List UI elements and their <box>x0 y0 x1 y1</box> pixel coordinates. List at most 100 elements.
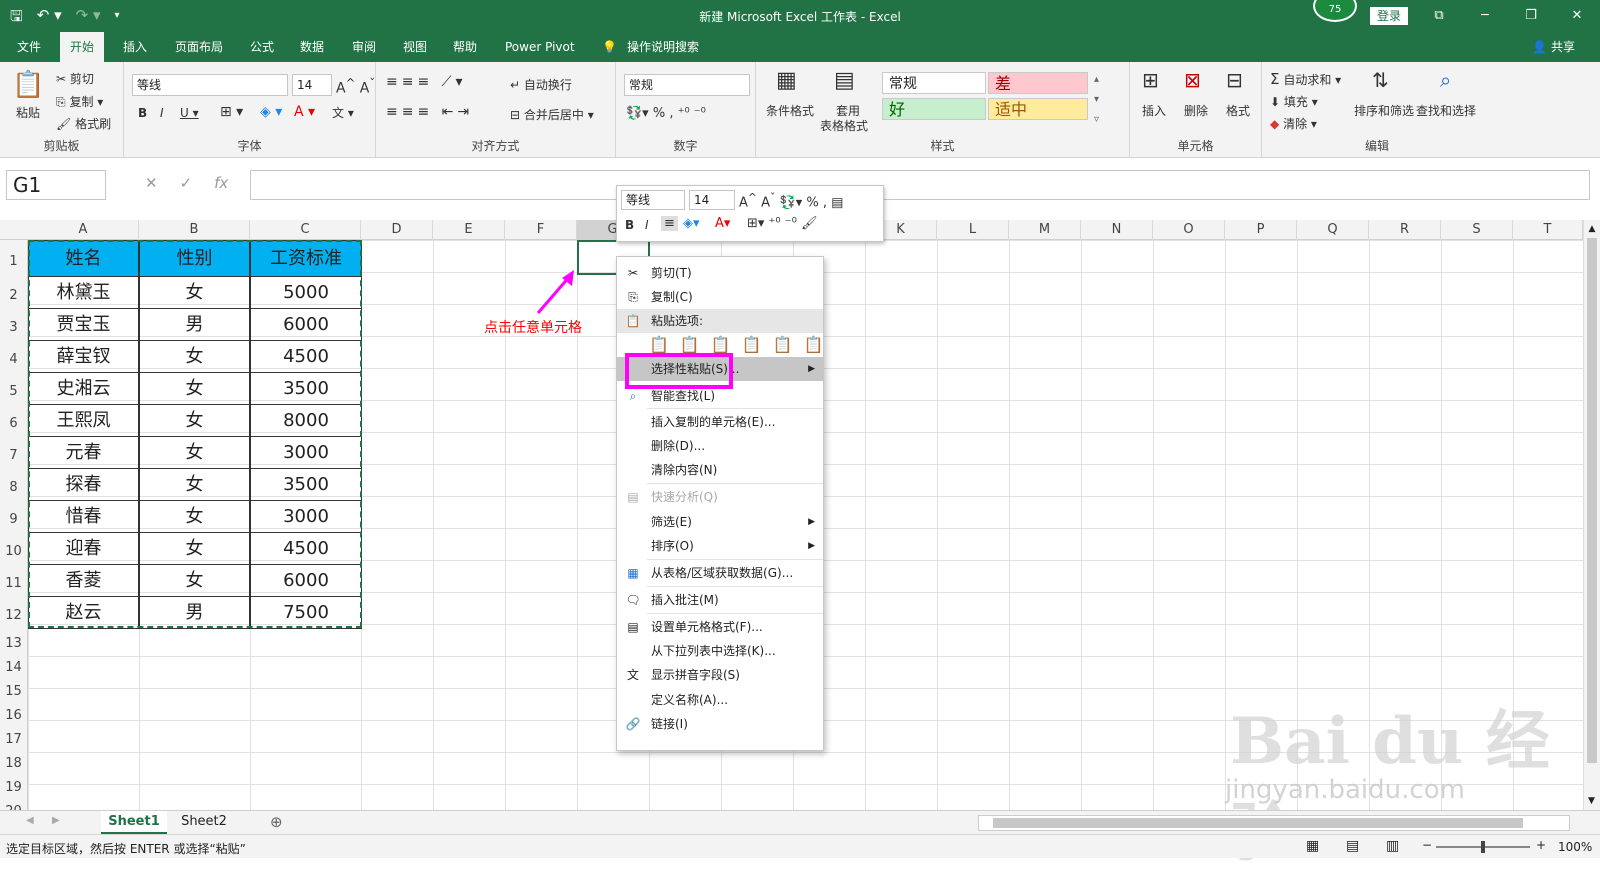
table-cell[interactable]: 3000 <box>250 500 362 533</box>
borders-icon[interactable]: ⊞ ▾ <box>220 104 243 120</box>
row-header[interactable]: 16 <box>0 700 28 724</box>
menu-item-clear[interactable]: 清除内容(N) <box>617 458 823 482</box>
table-header-cell[interactable]: 性别 <box>139 240 250 277</box>
mini-font-color-icon[interactable]: A▾ <box>715 216 730 231</box>
column-header[interactable]: F <box>505 220 577 240</box>
cut-button[interactable]: ✂ 剪切 <box>56 70 94 87</box>
tab-view[interactable]: 视图 <box>403 32 427 62</box>
tab-formulas[interactable]: 公式 <box>250 32 274 62</box>
enter-icon[interactable]: ✓ <box>180 174 193 192</box>
column-header[interactable]: B <box>139 220 250 240</box>
paste-values-icon[interactable]: 📋 <box>680 335 700 354</box>
restore-icon[interactable]: ❐ <box>1508 0 1554 32</box>
page-layout-view-icon[interactable]: ▤ <box>1346 838 1359 854</box>
formula-input[interactable] <box>250 170 1590 200</box>
table-cell[interactable]: 林黛玉 <box>28 276 139 309</box>
menu-item-insert-comment[interactable]: 🗨 插入批注(M) <box>617 588 823 612</box>
insert-cells-icon[interactable]: ⊞ <box>1142 68 1159 92</box>
column-header[interactable]: L <box>937 220 1009 240</box>
row-header[interactable]: 6 <box>0 404 28 436</box>
table-cell[interactable]: 女 <box>139 404 250 437</box>
style-neutral[interactable]: 适中 <box>988 98 1088 120</box>
menu-item-cut[interactable]: ✂ 剪切(T) <box>617 261 823 285</box>
font-size-dropdown[interactable]: 14 <box>292 74 332 96</box>
clear-button[interactable]: ◆ 清除 ▾ <box>1270 115 1317 132</box>
sheet-tab-sheet1[interactable]: Sheet1 <box>101 811 167 835</box>
menu-item-filter[interactable]: 筛选(E) ▶ <box>617 510 823 534</box>
column-header[interactable]: M <box>1009 220 1081 240</box>
table-cell[interactable]: 薛宝钗 <box>28 340 139 373</box>
table-cell[interactable]: 女 <box>139 436 250 469</box>
row-header[interactable]: 13 <box>0 628 28 652</box>
page-break-view-icon[interactable]: ▥ <box>1386 838 1399 854</box>
tab-help[interactable]: 帮助 <box>453 32 477 62</box>
table-cell[interactable]: 男 <box>139 596 250 629</box>
table-cell[interactable]: 贾宝玉 <box>28 308 139 341</box>
fill-color-icon[interactable]: ◈ ▾ <box>260 104 282 120</box>
table-cell[interactable]: 元春 <box>28 436 139 469</box>
mini-fill-color-icon[interactable]: ◈▾ <box>683 216 700 231</box>
zoom-thumb[interactable] <box>1481 841 1485 853</box>
row-header[interactable]: 4 <box>0 340 28 372</box>
paste-button[interactable]: 粘贴 <box>16 104 40 121</box>
fill-button[interactable]: ⬇ 填充 ▾ <box>1270 93 1318 110</box>
row-header[interactable]: 14 <box>0 652 28 676</box>
row-header[interactable]: 2 <box>0 276 28 308</box>
row-header[interactable]: 5 <box>0 372 28 404</box>
table-cell[interactable]: 女 <box>139 468 250 501</box>
hscroll-thumb[interactable] <box>993 818 1523 828</box>
row-header[interactable]: 17 <box>0 724 28 748</box>
table-cell[interactable]: 女 <box>139 372 250 405</box>
table-cell[interactable]: 7500 <box>250 596 362 629</box>
insert-function-icon[interactable]: fx <box>214 174 228 192</box>
table-cell[interactable]: 迎春 <box>28 532 139 565</box>
menu-item-delete[interactable]: 删除(D)... <box>617 434 823 458</box>
menu-item-link[interactable]: 🔗 链接(I) <box>617 712 823 736</box>
styles-scroll-icon[interactable]: ▴ ▾ ▿ <box>1094 70 1099 130</box>
column-header[interactable]: A <box>28 220 139 240</box>
menu-item-insert-copied[interactable]: 插入复制的单元格(E)... <box>617 410 823 434</box>
mini-font-size-icons[interactable]: A^ Aˇ 💱▾ % , ▤ <box>739 191 843 210</box>
zoom-out-icon[interactable]: − <box>1422 838 1432 852</box>
table-cell[interactable]: 6000 <box>250 308 362 341</box>
find-select-icon[interactable]: ⌕ <box>1440 68 1451 92</box>
next-sheet-icon[interactable]: ▶ <box>52 815 60 826</box>
table-cell[interactable]: 女 <box>139 340 250 373</box>
table-cell[interactable]: 史湘云 <box>28 372 139 405</box>
vertical-align-icons[interactable]: ≡≡≡ ⟋▾ <box>386 74 466 90</box>
table-format-icon[interactable]: ▤ <box>834 68 855 93</box>
format-painter-button[interactable]: 🖌 格式刷 <box>56 115 111 132</box>
find-select-button[interactable]: 查找和选择 <box>1416 102 1476 119</box>
tab-insert[interactable]: 插入 <box>123 32 147 62</box>
delete-cells-button[interactable]: 删除 <box>1184 102 1208 119</box>
paste-link-icon[interactable]: 📋 <box>804 335 824 354</box>
column-header[interactable]: D <box>361 220 433 240</box>
row-header[interactable]: 3 <box>0 308 28 340</box>
table-cell[interactable]: 8000 <box>250 404 362 437</box>
row-header[interactable]: 1 <box>0 240 28 276</box>
name-box[interactable]: G1 <box>6 170 106 200</box>
sheet-tab-sheet2[interactable]: Sheet2 <box>170 811 238 835</box>
table-cell[interactable]: 4500 <box>250 340 362 373</box>
number-format-dropdown[interactable]: 常规 <box>624 74 750 96</box>
normal-view-icon[interactable]: ▦ <box>1306 838 1319 854</box>
wrap-text-button[interactable]: ↵ 自动换行 <box>510 76 572 93</box>
row-header[interactable]: 7 <box>0 436 28 468</box>
horizontal-align-icons[interactable]: ≡≡≡ ⇤⇥ <box>386 104 473 120</box>
menu-item-format-cells[interactable]: ▤ 设置单元格格式(F)... <box>617 615 823 639</box>
table-header-cell[interactable]: 姓名 <box>28 240 139 277</box>
conditional-format-button[interactable]: 条件格式 <box>766 102 814 119</box>
table-cell[interactable]: 4500 <box>250 532 362 565</box>
mini-size-dropdown[interactable]: 14 <box>689 190 735 210</box>
zoom-slider[interactable] <box>1436 841 1530 853</box>
column-header[interactable]: E <box>433 220 505 240</box>
prev-sheet-icon[interactable]: ◀ <box>26 815 34 826</box>
zoom-level[interactable]: 100% <box>1558 840 1592 854</box>
table-cell[interactable]: 5000 <box>250 276 362 309</box>
row-header[interactable]: 19 <box>0 772 28 796</box>
grow-font-icon[interactable]: A^ Aˇ <box>336 76 375 97</box>
tell-me-search[interactable]: 操作说明搜索 <box>627 32 699 62</box>
column-header[interactable]: C <box>250 220 361 240</box>
login-button[interactable]: 登录 <box>1370 7 1408 25</box>
column-header[interactable]: O <box>1153 220 1225 240</box>
